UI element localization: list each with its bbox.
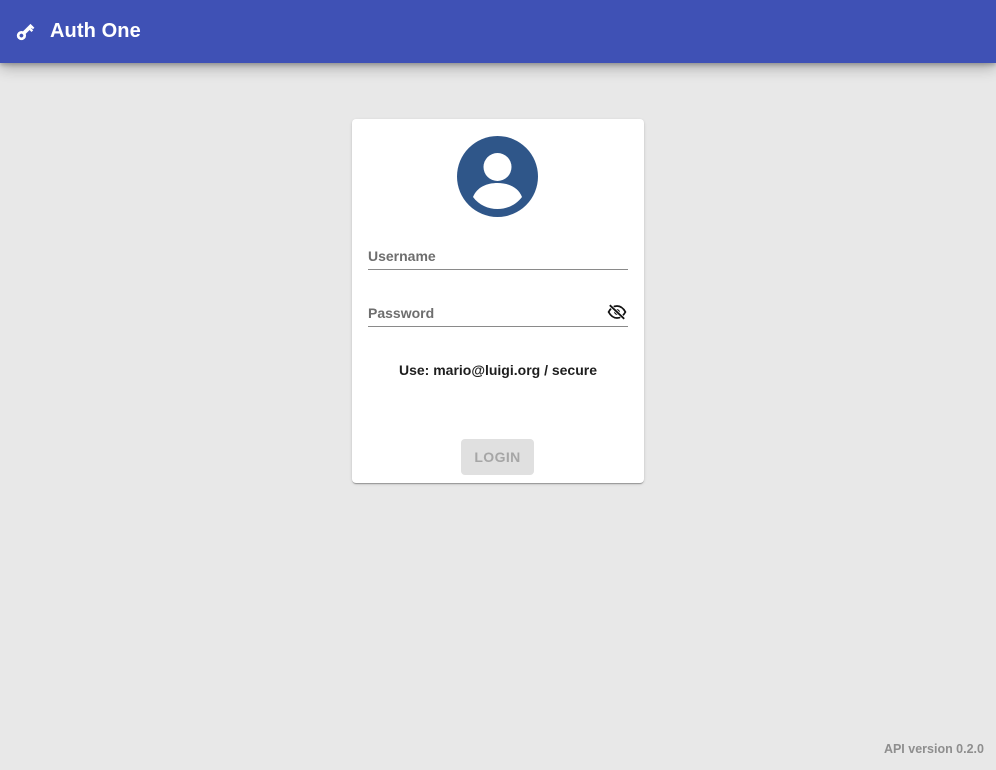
- account-circle-icon: [457, 136, 538, 217]
- eye-off-icon[interactable]: [607, 304, 627, 320]
- app-title: Auth One: [50, 20, 141, 42]
- login-card: Use: mario@luigi.org / secure LOGIN: [352, 119, 644, 483]
- key-icon: [14, 21, 36, 43]
- credentials-hint: Use: mario@luigi.org / secure: [398, 362, 598, 378]
- app-bar: Auth One: [0, 0, 996, 63]
- username-field: [368, 242, 628, 270]
- username-input[interactable]: [368, 242, 628, 269]
- login-button[interactable]: LOGIN: [461, 439, 534, 475]
- password-field: [368, 299, 628, 327]
- api-version-label: API version 0.2.0: [883, 742, 984, 756]
- password-input[interactable]: [368, 299, 628, 326]
